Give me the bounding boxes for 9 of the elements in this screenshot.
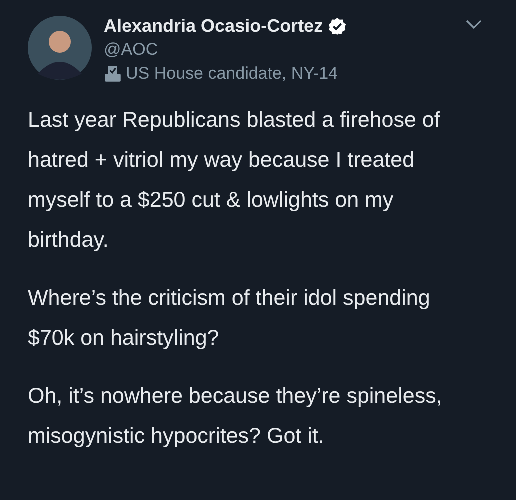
ballot-box-icon — [104, 65, 122, 83]
tweet-text: Where’s the criticism of their idol spending $70k on hairstyling? — [28, 285, 432, 352]
account-label: US House candidate, NY-14 — [126, 63, 338, 85]
tweet-text: Oh, it’s nowhere because they’re spineless, misogynistic hypocrites? Got it. — [28, 383, 444, 450]
author-name[interactable]: Alexandria Ocasio-Cortez — [104, 14, 324, 38]
author-handle[interactable]: @AOC — [104, 38, 466, 62]
caret-icon[interactable] — [466, 20, 482, 30]
avatar-icon[interactable] — [28, 16, 92, 80]
tweet-text: Last year Republicans blasted a firehose of hatred + vitriol my way because I treated myself to a $250 cut & lowlights on my birthday. — [28, 107, 442, 254]
